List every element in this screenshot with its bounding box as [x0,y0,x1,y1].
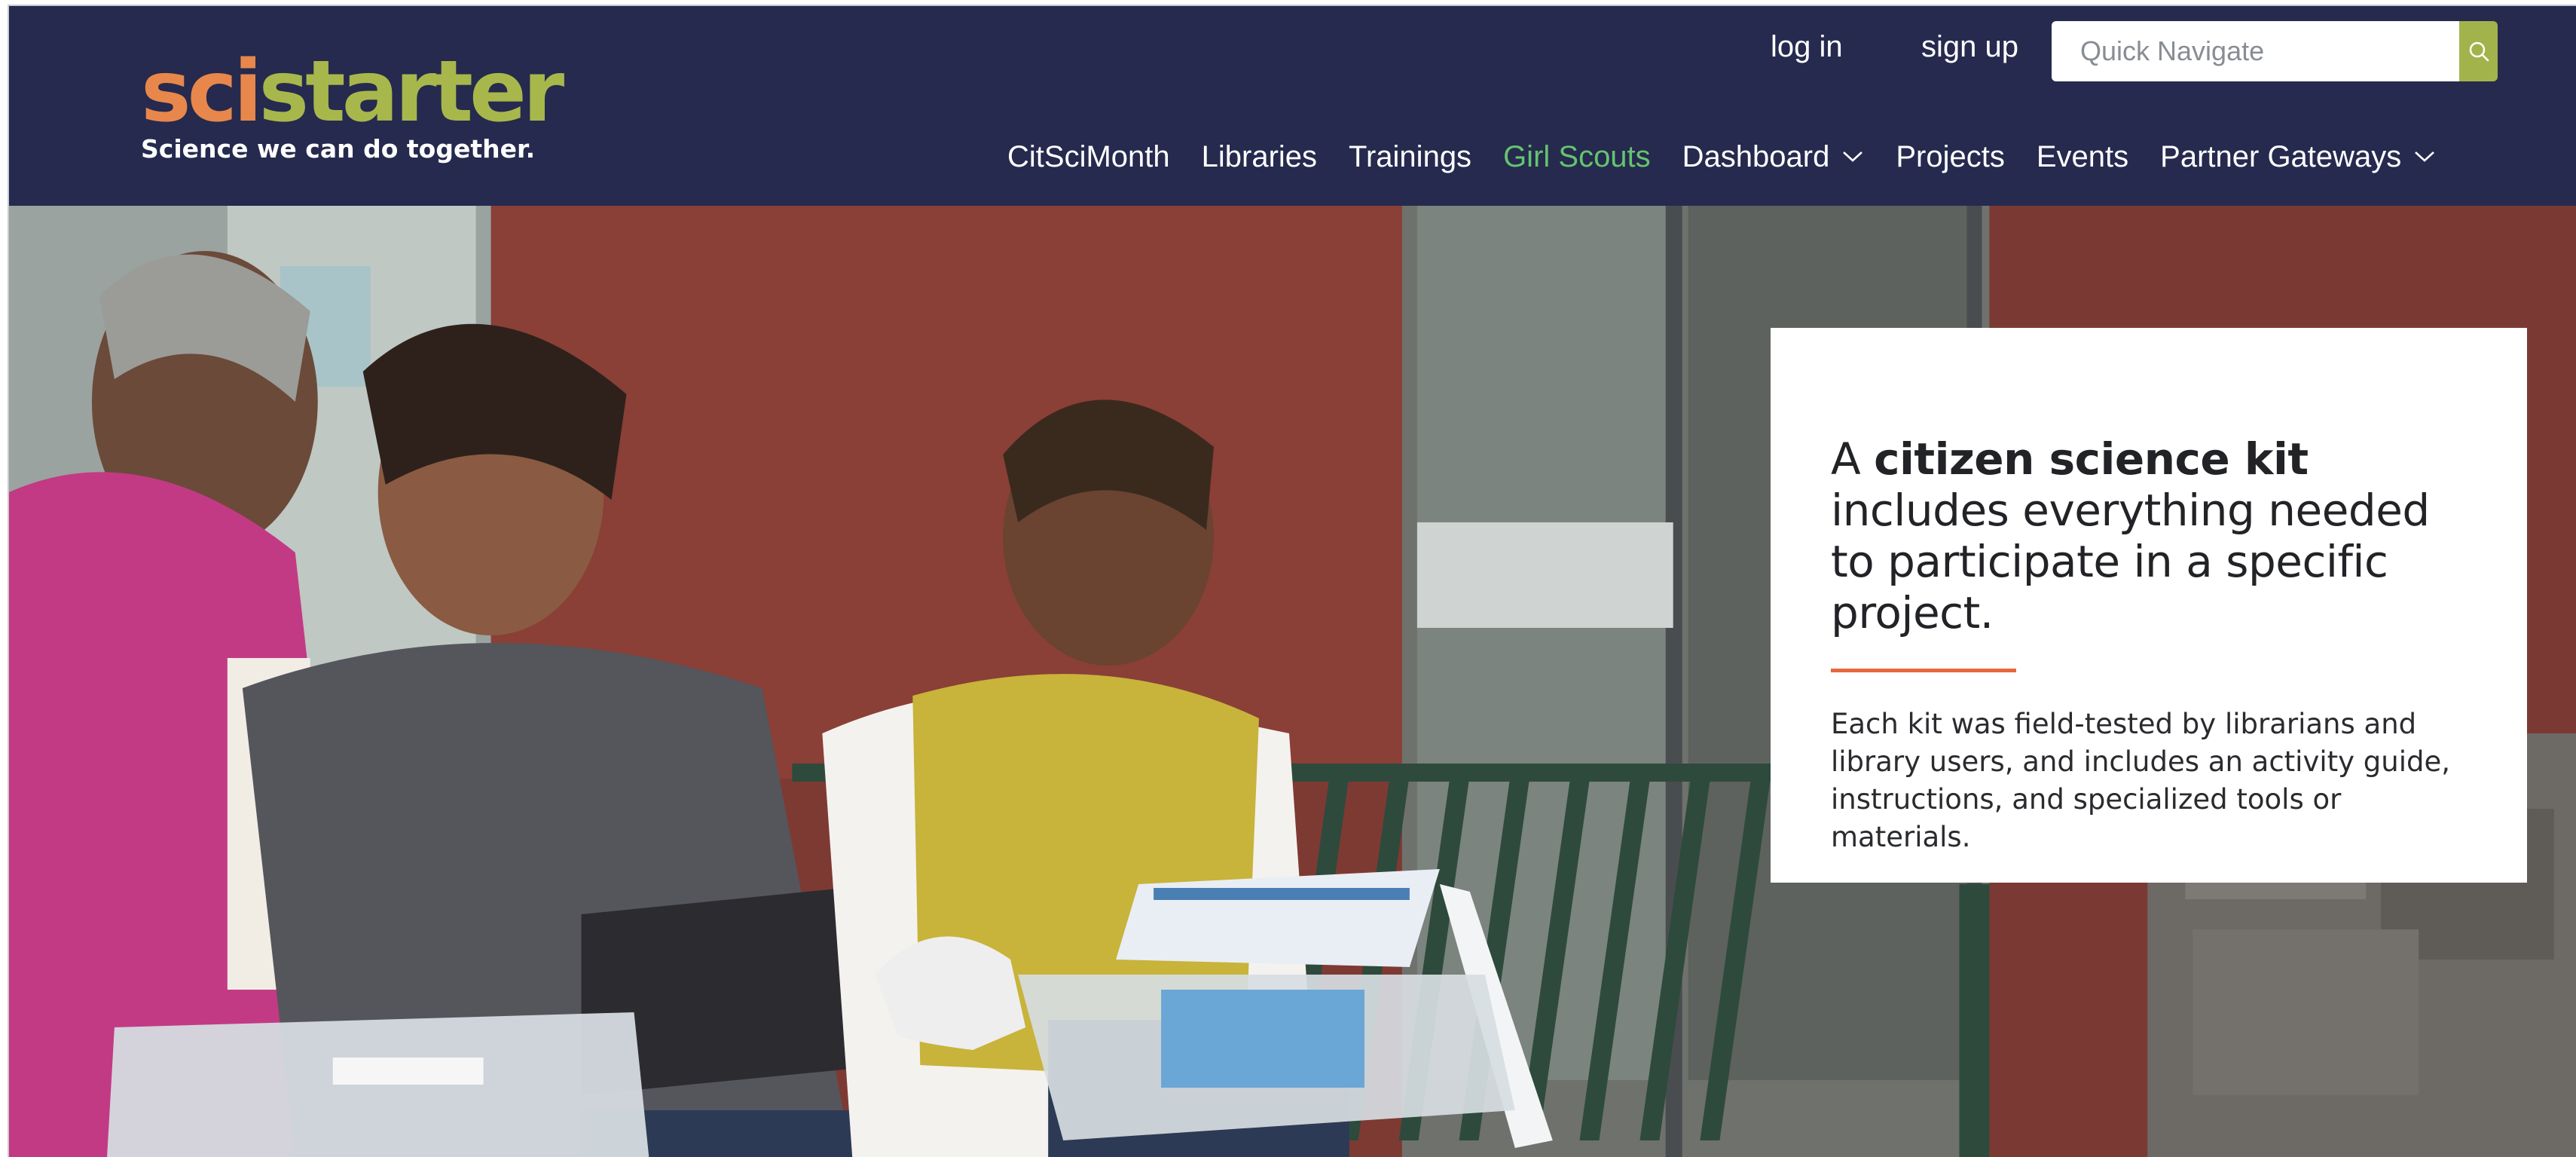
nav-item-label: Trainings [1349,139,1472,173]
nav-item-label: Events [2036,139,2129,173]
nav-item-events[interactable]: Events [2037,140,2128,174]
nav-item-dashboard[interactable]: Dashboard [1682,140,1865,174]
nav-item-trainings[interactable]: Trainings [1349,140,1471,174]
nav-item-label: CitSciMonth [1007,139,1170,173]
info-card: A citizen science kit includes everythin… [1771,328,2527,883]
main-nav: CitSciMonth Libraries Trainings Girl Sco… [1007,133,2468,181]
browser-viewport: scistarter Science we can do together. l… [8,5,2576,1157]
chevron-down-icon [1843,152,1863,162]
signup-link[interactable]: sign up [1921,27,2018,66]
chevron-down-icon [2415,152,2435,162]
accent-divider [1831,669,2016,672]
nav-item-projects[interactable]: Projects [1896,140,2005,174]
nav-item-partner-gateways[interactable]: Partner Gateways [2160,140,2436,174]
hero-section: A citizen science kit includes everythin… [9,206,2576,1157]
card-headline: A citizen science kit includes everythin… [1831,433,2474,638]
nav-item-label: Girl Scouts [1503,139,1651,173]
headline-post: includes everything needed to participat… [1831,485,2430,638]
nav-item-citscimonth[interactable]: CitSciMonth [1007,140,1170,174]
quick-navigate-search [2052,21,2498,81]
logo-sci-text: sci [141,43,262,141]
search-icon [2469,41,2489,62]
nav-item-label: Projects [1896,139,2005,173]
headline-bold: citizen science kit [1874,433,2309,485]
headline-pre: A [1831,433,1875,485]
nav-item-label: Libraries [1201,139,1318,173]
logo-tagline: Science we can do together. [141,134,536,164]
search-button[interactable] [2459,21,2498,81]
nav-item-label: Partner Gateways [2160,139,2402,173]
logo-starter-text: starter [258,43,564,141]
site-header: scistarter Science we can do together. l… [9,6,2576,206]
search-input[interactable] [2052,21,2459,81]
login-link[interactable]: log in [1771,27,1843,66]
scistarter-logo[interactable]: scistarter Science we can do together. [141,50,564,164]
logo-wordmark: scistarter [141,50,564,134]
nav-item-girl-scouts[interactable]: Girl Scouts [1503,140,1651,174]
nav-item-label: Dashboard [1682,139,1830,173]
card-body-text: Each kit was field-tested by librarians … [1831,708,2451,853]
nav-item-libraries[interactable]: Libraries [1202,140,1317,174]
